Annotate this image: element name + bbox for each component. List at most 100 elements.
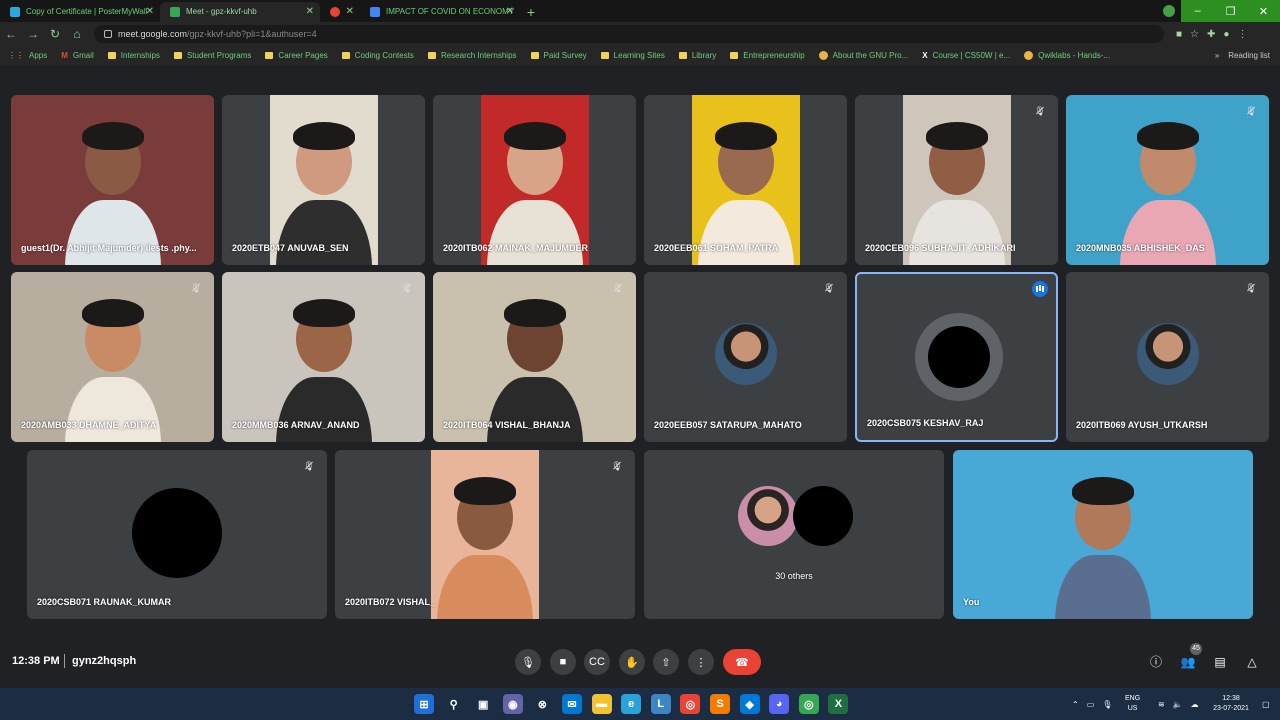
participant-tile[interactable]: 2020CSB071 RAUNAK_KUMAR 🎙 [27, 450, 327, 619]
browser-tab[interactable]: Copy of Certificate | PosterMyWall ✕ [0, 2, 160, 22]
participant-tile[interactable]: 2020ETB047 ANUVAB_SEN [222, 95, 425, 265]
chrome-icon[interactable]: ◎ [680, 694, 701, 714]
participant-tile[interactable]: guest1(Dr. Abhijit Majumder) iiests .phy… [11, 95, 214, 265]
participant-tile[interactable]: You [953, 450, 1253, 619]
home-icon[interactable]: ⌂ [66, 27, 88, 41]
battery-icon[interactable]: ▭ [1087, 700, 1095, 709]
present-button[interactable]: ⇧ [653, 649, 679, 675]
browser-tab-recording[interactable]: ✕ [320, 2, 360, 22]
bookmark-item[interactable]: Qwiklabs - Hands-... [1024, 51, 1110, 60]
windows-start-icon[interactable]: ⊞ [414, 694, 434, 714]
bookmark-item[interactable]: Entrepreneurship [730, 51, 805, 60]
teams-chat-icon[interactable]: ◉ [502, 694, 523, 714]
camera-button[interactable]: ■ [550, 649, 576, 675]
sublime-icon[interactable]: S [710, 694, 730, 714]
bookmark-item[interactable]: Coding Contests [341, 51, 414, 60]
bookmark-item[interactable]: Student Programs [173, 51, 251, 60]
close-window-button[interactable]: ✕ [1247, 0, 1280, 22]
bookmark-item[interactable]: ⋮⋮ Apps [8, 51, 47, 60]
participant-tile[interactable]: 2020MNB035 ABHISHEK_DAS 🎙 [1066, 95, 1269, 265]
microphone-tray-icon[interactable]: 🎙 [1102, 700, 1112, 709]
bookmark-item[interactable]: Internships [107, 51, 160, 60]
browser-tab[interactable]: IMPACT OF COVID ON ECONOMY ✕ [360, 2, 520, 22]
participant-tile[interactable]: 2020ITB069 AYUSH_UTKARSH 🎙 [1066, 272, 1269, 442]
participant-video [11, 95, 214, 265]
bookmark-item[interactable]: Library [678, 51, 716, 60]
participant-tile[interactable]: 30 others [644, 450, 944, 619]
weather-icon[interactable]: ☁ [1191, 700, 1199, 709]
participant-tile[interactable]: 2020AMB033 DHAMNE_ADITYA 🎙 [11, 272, 214, 442]
people-icon[interactable]: 👥 [1178, 652, 1198, 672]
bookmark-item[interactable]: About the GNU Pro... [818, 51, 908, 60]
close-tab-icon[interactable]: ✕ [346, 2, 354, 22]
close-tab-icon[interactable]: ✕ [506, 2, 514, 22]
task-view-icon[interactable]: ▣ [473, 694, 493, 714]
notification-icon[interactable]: ▢ [1262, 688, 1270, 720]
excel-icon[interactable]: X [828, 694, 849, 714]
bookmark-item[interactable]: Paid Survey [530, 51, 587, 60]
bookmark-item[interactable]: X Course | CS50W | e... [922, 51, 1010, 60]
url-path: /gpz-kkvf-uhb?pli=1&authuser=4 [187, 29, 317, 39]
meeting-details-icon[interactable]: ⓘ [1146, 652, 1166, 672]
volume-icon[interactable]: 🔈 [1173, 700, 1183, 709]
reload-icon[interactable]: ↻ [44, 27, 66, 41]
browser-tab-active[interactable]: Meet - gpz-kkvf-uhb ✕ [160, 2, 320, 22]
bookmark-star-icon[interactable]: ☆ [1190, 29, 1199, 40]
chevron-up-icon[interactable]: ⌃ [1072, 700, 1079, 709]
end-call-button[interactable]: ☎ [723, 649, 761, 675]
activities-icon[interactable]: △ [1242, 652, 1262, 672]
bookmark-label: Gmail [72, 51, 94, 60]
back-arrow-icon[interactable]: ← [0, 27, 22, 41]
clock[interactable]: 12:38 23-07-2021 [1208, 694, 1254, 714]
minimize-button[interactable]: – [1181, 0, 1214, 22]
edge-icon[interactable]: e [621, 694, 642, 714]
forward-arrow-icon[interactable]: → [22, 27, 44, 41]
bookmark-item[interactable]: M Gmail [61, 51, 94, 60]
more-bookmarks-icon[interactable]: » [1215, 51, 1219, 60]
captions-button[interactable]: CC [584, 649, 610, 675]
mail-icon[interactable]: ✉ [562, 694, 582, 714]
chat-icon[interactable]: ▤ [1210, 652, 1230, 672]
camera-in-use-icon[interactable]: ■ [1176, 29, 1182, 40]
participant-tile[interactable]: 2020ITB062 MAINAK_MAJUMDER [433, 95, 636, 265]
wifi-icon[interactable]: ≋ [1158, 700, 1165, 709]
muted-mic-icon: 🎙 [301, 458, 317, 474]
maximize-button[interactable]: ❐ [1214, 0, 1247, 22]
bookmark-item[interactable]: Research Internships [427, 51, 517, 60]
extensions-icon[interactable]: ✚ [1207, 29, 1215, 40]
more-options-button[interactable]: ⋮ [688, 649, 714, 675]
microphone-button[interactable]: 🎙 [515, 649, 541, 675]
vscode-icon[interactable]: ◆ [739, 694, 760, 714]
language-indicator[interactable]: ENG US [1125, 694, 1140, 714]
discord-icon[interactable]: ◕ [769, 694, 790, 714]
reading-list-button[interactable]: Reading list [1228, 51, 1270, 60]
profile-avatar[interactable] [1157, 0, 1181, 22]
linkedin-learning-icon[interactable]: L [650, 694, 671, 714]
raise-hand-button[interactable]: ✋ [619, 649, 645, 675]
menu-dots-icon[interactable]: ⋮ [1237, 29, 1247, 40]
bookmark-item[interactable]: Career Pages [265, 51, 328, 60]
muted-mic-icon: 🎙 [399, 280, 415, 296]
search-icon[interactable]: ⚲ [444, 694, 464, 714]
participant-tile[interactable]: 2020MMB036 ARNAV_ANAND 🎙 [222, 272, 425, 442]
participant-tile[interactable]: 2020EEB061 SOHAM_PATRA [644, 95, 847, 265]
xbox-icon[interactable]: ⊗ [532, 694, 552, 714]
participant-tile[interactable]: 2020ITB072 VISHAL_ 🎙 [335, 450, 635, 619]
profile-icon[interactable]: ● [1223, 29, 1229, 40]
address-bar[interactable]: meet.google.com /gpz-kkvf-uhb?pli=1&auth… [94, 25, 1164, 43]
participant-tile[interactable]: 2020CSB075 KESHAV_RAJ [855, 272, 1058, 442]
chrome-profile-icon[interactable]: ◎ [798, 694, 819, 714]
bookmark-label: Qwiklabs - Hands-... [1038, 51, 1111, 60]
participant-video [480, 95, 589, 265]
participant-tile[interactable]: 2020EEB057 SATARUPA_MAHATO 🎙 [644, 272, 847, 442]
new-tab-button[interactable]: + [520, 2, 542, 22]
file-explorer-icon[interactable]: ▬ [591, 694, 612, 714]
participant-name: 2020MNB035 ABHISHEK_DAS [1076, 243, 1205, 253]
bookmark-label: Research Internships [440, 51, 517, 60]
participant-tile[interactable]: 2020ITB064 VISHAL_BHANJA 🎙 [433, 272, 636, 442]
speaking-indicator-icon [1032, 281, 1048, 297]
close-tab-icon[interactable]: ✕ [146, 2, 154, 22]
bookmark-item[interactable]: Learning Sites [600, 51, 665, 60]
close-tab-icon[interactable]: ✕ [306, 2, 314, 22]
participant-tile[interactable]: 2020CEB096 SUBHAJIT_ADHIKARI 🎙 [855, 95, 1058, 265]
